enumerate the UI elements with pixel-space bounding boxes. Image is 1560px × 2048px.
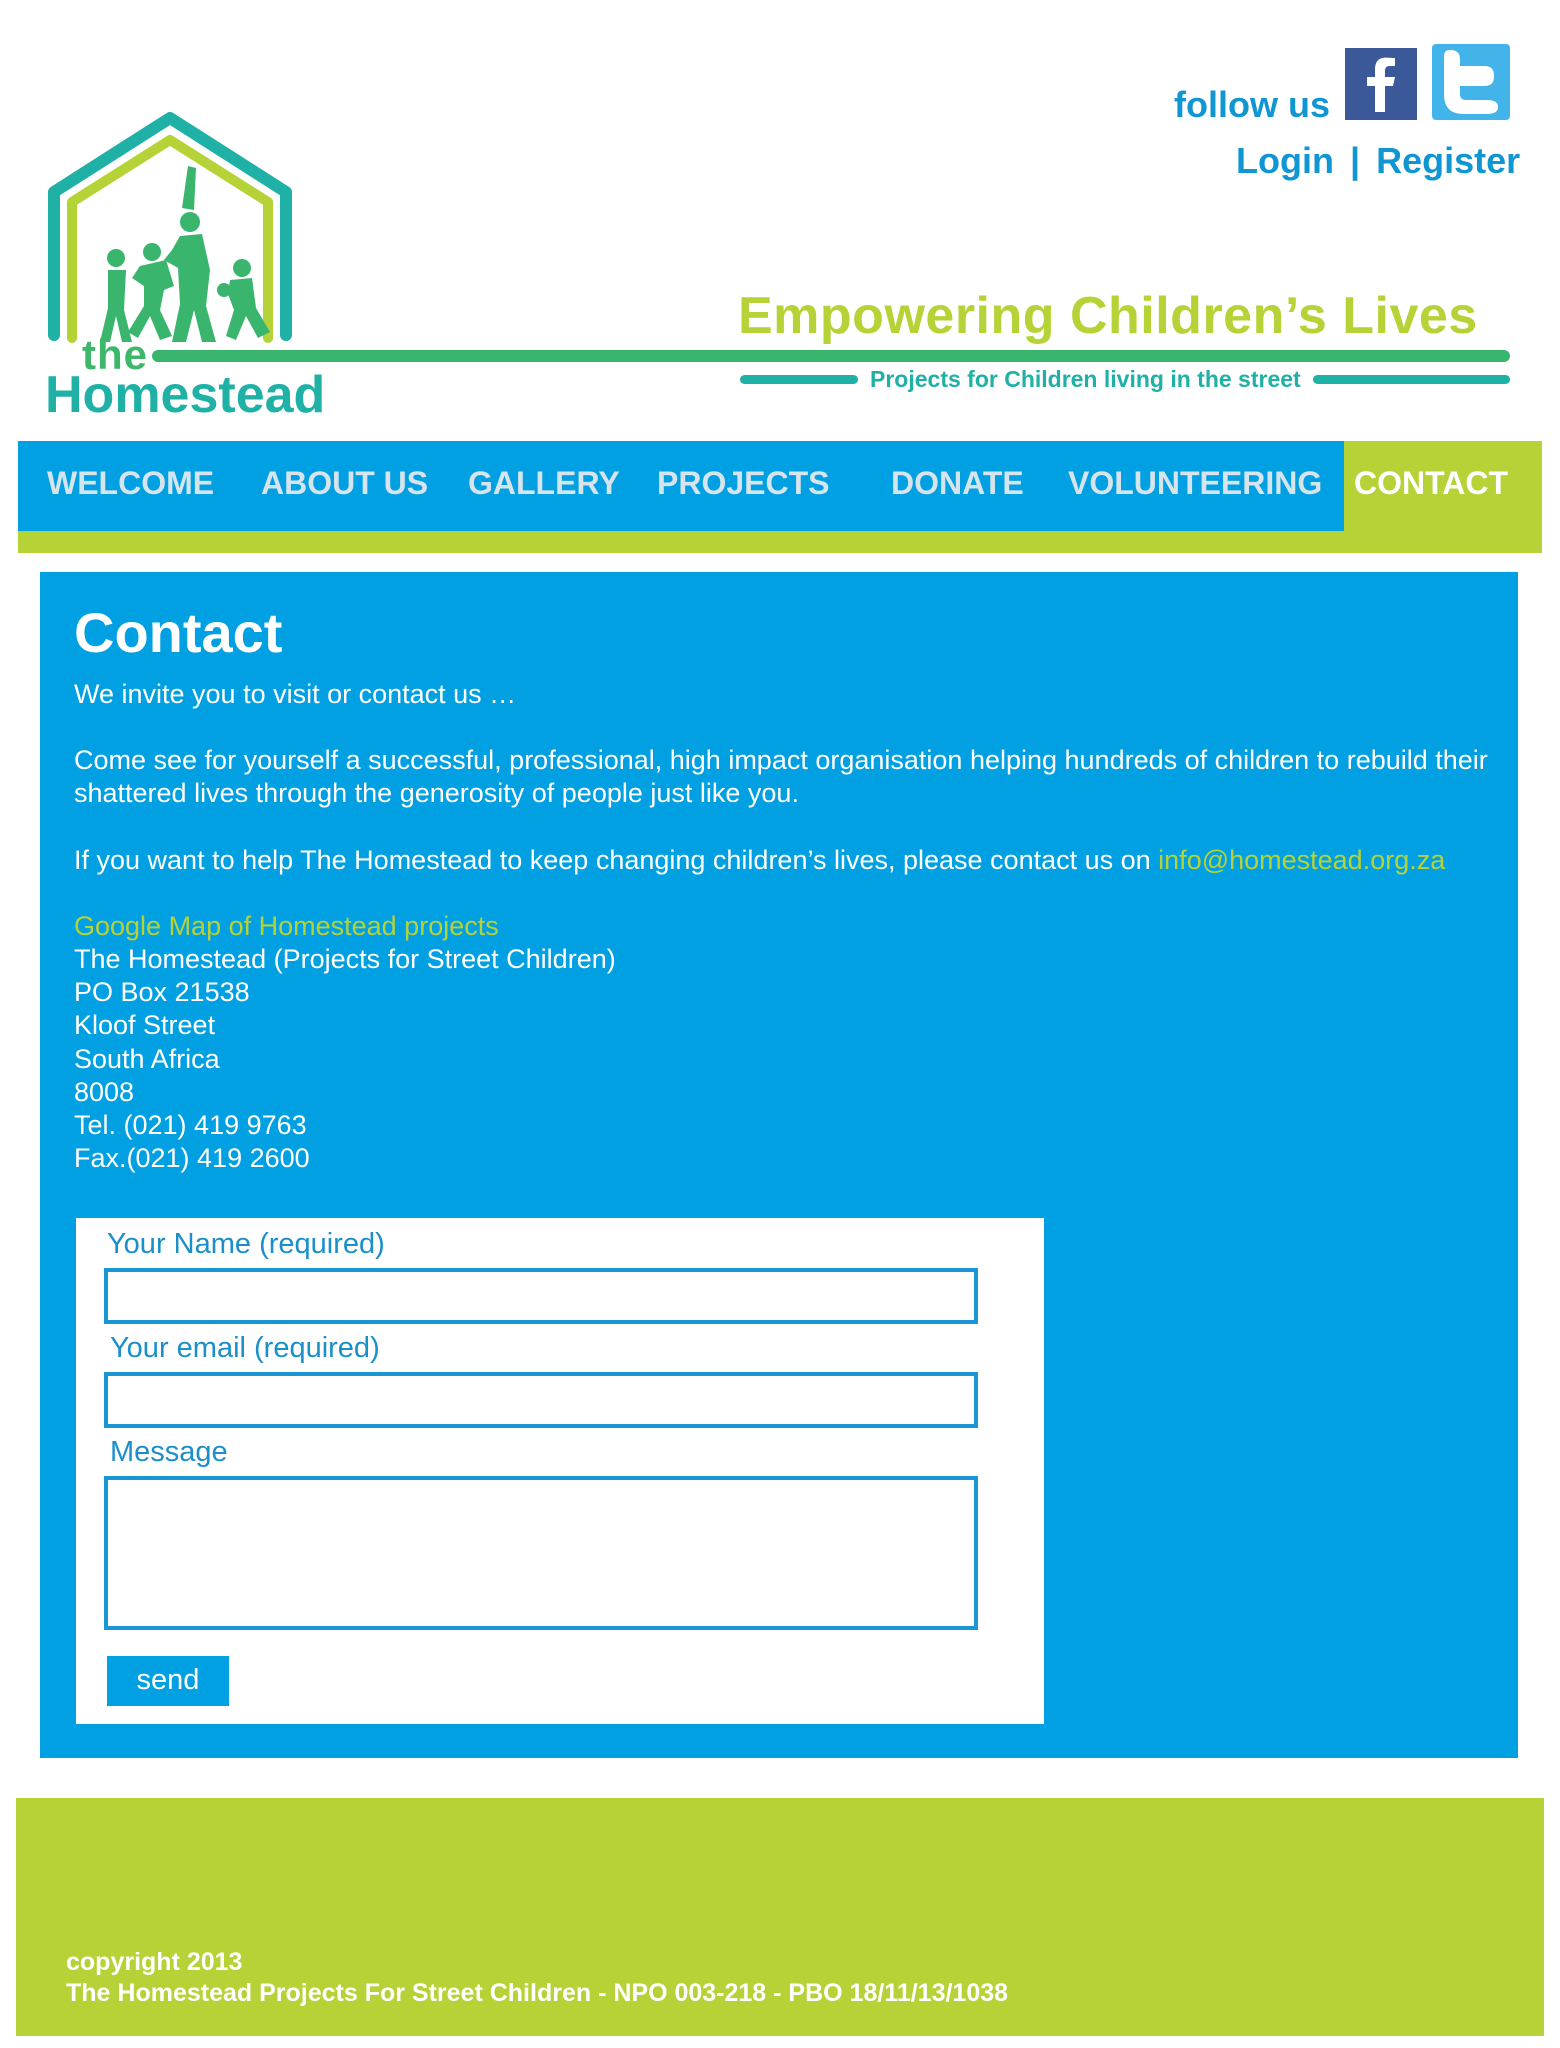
header-divider xyxy=(152,350,1510,362)
message-label: Message xyxy=(110,1436,228,1468)
nav-item-about-us[interactable]: ABOUT US xyxy=(261,465,428,502)
site-footer: copyright 2013 The Homestead Projects Fo… xyxy=(16,1798,1544,2036)
subtagline-bar-left xyxy=(740,374,858,384)
nav-item-welcome[interactable]: WELCOME xyxy=(47,465,214,502)
message-textarea[interactable] xyxy=(104,1476,978,1630)
login-link[interactable]: Login xyxy=(1236,140,1334,181)
name-input[interactable] xyxy=(104,1268,978,1324)
subtagline-text: Projects for Children living in the stre… xyxy=(870,365,1301,392)
organisation-registration-text: The Homestead Projects For Street Childr… xyxy=(66,1979,1009,2007)
nav-item-contact[interactable]: CONTACT xyxy=(1354,465,1508,502)
nav-bar: WELCOME ABOUT US GALLERY PROJECTS DONATE… xyxy=(18,441,1344,531)
address-line: 8008 xyxy=(74,1076,135,1107)
nav-item-projects[interactable]: PROJECTS xyxy=(657,465,829,502)
contact-paragraph: If you want to help The Homestead to kee… xyxy=(74,844,1445,877)
register-link[interactable]: Register xyxy=(1376,140,1520,181)
address-line: The Homestead (Projects for Street Child… xyxy=(74,944,616,974)
address-line: Kloof Street xyxy=(74,1010,216,1041)
email-link[interactable]: info@homestead.org.za xyxy=(1158,845,1445,875)
google-map-link[interactable]: Google Map of Homestead projects xyxy=(74,910,499,943)
address-line: South Africa xyxy=(74,1043,220,1074)
about-paragraph: Come see for yourself a successful, prof… xyxy=(74,745,1488,808)
copyright-text: copyright 2013 xyxy=(66,1948,243,1976)
subtagline-bar-right xyxy=(1312,374,1510,384)
address-line: PO Box 21538 xyxy=(74,977,250,1008)
page-title: Contact xyxy=(74,601,283,664)
fax-number: Fax.(021) 419 2600 xyxy=(74,1143,310,1174)
site-subtagline: Projects for Children living in the stre… xyxy=(740,364,1510,394)
nav-item-gallery[interactable]: GALLERY xyxy=(468,465,620,502)
nav-item-donate[interactable]: DONATE xyxy=(891,465,1024,502)
telephone-number: Tel. (021) 419 9763 xyxy=(74,1110,307,1141)
site-tagline: Empowering Children’s Lives xyxy=(738,287,1478,345)
nav-item-volunteering[interactable]: VOLUNTEERING xyxy=(1068,465,1322,502)
email-input[interactable] xyxy=(104,1372,978,1428)
site-header: the Homestead Empowering Children’s Live… xyxy=(0,0,1560,440)
auth-links: Login | Register xyxy=(1236,140,1520,182)
logo-text-homestead: Homestead xyxy=(45,366,326,424)
contact-panel: Contact We invite you to visit or contac… xyxy=(40,572,1518,1758)
email-label: Your email (required) xyxy=(110,1332,380,1364)
intro-text: We invite you to visit or contact us … xyxy=(74,679,517,709)
send-button[interactable]: send xyxy=(107,1656,229,1706)
postal-address: The Homestead (Projects for Street Child… xyxy=(74,943,616,1175)
twitter-icon[interactable] xyxy=(1432,44,1510,120)
homestead-logo[interactable]: the Homestead xyxy=(40,110,360,424)
contact-form: Your Name (required) Your email (require… xyxy=(76,1218,1044,1724)
follow-us-label: follow us xyxy=(1174,84,1330,125)
main-navigation: WELCOME ABOUT US GALLERY PROJECTS DONATE… xyxy=(18,441,1542,553)
name-label: Your Name (required) xyxy=(107,1228,385,1260)
contact-paragraph-text: If you want to help The Homestead to kee… xyxy=(74,845,1159,875)
auth-separator: | xyxy=(1349,140,1361,181)
facebook-icon[interactable] xyxy=(1345,48,1417,120)
